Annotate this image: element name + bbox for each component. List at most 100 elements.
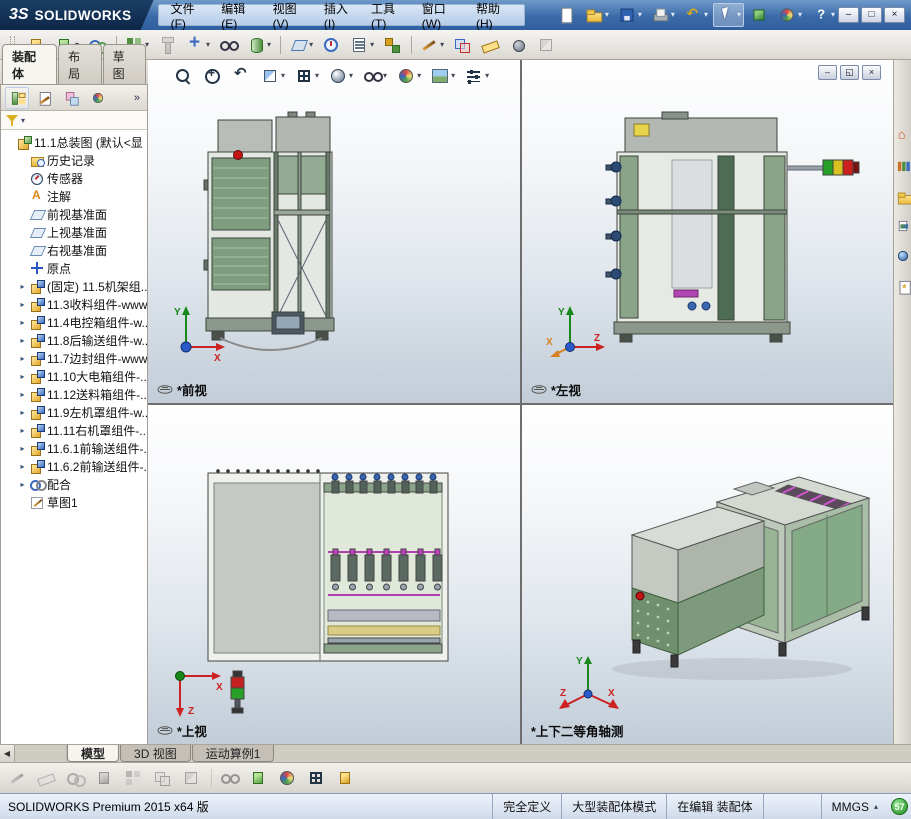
displaymanager-tab[interactable] <box>86 87 110 109</box>
tree-item-history[interactable]: 历史记录 <box>1 151 147 169</box>
section-properties-button[interactable] <box>533 33 559 57</box>
tree-item-root[interactable]: 11.1总装图 (默认<显 <box>1 133 147 151</box>
interference-detection-button[interactable] <box>449 33 475 57</box>
tree-expander[interactable]: ▸ <box>18 480 27 489</box>
new-motion-study-button[interactable] <box>318 33 344 57</box>
tree-item-main-ebox-assembly[interactable]: ▸ 11.10大电箱组件-... <box>1 367 147 385</box>
rebuild-button[interactable] <box>746 3 772 27</box>
display-style-button[interactable] <box>325 64 356 88</box>
smart-dimension-button[interactable] <box>33 766 59 790</box>
tab-scroll-left-button[interactable]: ◀ <box>0 745 15 762</box>
document-minimize-button[interactable]: – <box>818 65 837 80</box>
minimize-button[interactable]: – <box>838 7 859 23</box>
tree-item-top-plane[interactable]: 上视基准面 <box>1 223 147 241</box>
panel-overflow-chevron[interactable]: » <box>131 92 143 104</box>
commandmanager-tab[interactable]: 布局 <box>58 44 102 84</box>
tree-item-annotations[interactable]: 注解 <box>1 187 147 205</box>
file-explorer-tab[interactable] <box>892 186 911 206</box>
view-settings-button[interactable] <box>461 64 492 88</box>
measure-button[interactable] <box>477 33 503 57</box>
tree-item-mates[interactable]: ▸ 配合 <box>1 475 147 493</box>
edit-appearance-bottom-button[interactable] <box>274 766 300 790</box>
menu-item[interactable]: 帮助(H) <box>468 0 520 33</box>
hide-show-items-button[interactable] <box>359 64 390 88</box>
tree-expander[interactable]: ▸ <box>18 408 27 417</box>
previous-view-button[interactable] <box>228 64 254 88</box>
propertymanager-tab[interactable] <box>32 87 56 109</box>
apply-scene-button[interactable] <box>427 64 458 88</box>
tree-item-right-cover-assembly[interactable]: ▸ 11.11右机罩组件-... <box>1 421 147 439</box>
tree-expander[interactable]: ▸ <box>18 426 27 435</box>
menu-item[interactable]: 工具(T) <box>363 0 414 33</box>
tree-expander[interactable]: ▸ <box>18 444 27 453</box>
tree-item-control-box-assembly[interactable]: ▸ 11.4电控箱组件-w... <box>1 313 147 331</box>
tree-item-front-plane[interactable]: 前视基准面 <box>1 205 147 223</box>
appearances-scenes-tab[interactable] <box>892 246 911 266</box>
commandmanager-tab[interactable]: 装配体 <box>2 44 58 84</box>
offset-entities-button[interactable] <box>120 766 146 790</box>
sketch-button[interactable] <box>4 766 30 790</box>
configurationmanager-tab[interactable] <box>59 87 83 109</box>
view-palette-tab[interactable] <box>892 216 911 236</box>
menu-item[interactable]: 视图(V) <box>265 0 316 33</box>
help-button[interactable] <box>807 3 838 27</box>
section-view-button[interactable] <box>257 64 288 88</box>
tree-item-feed-box-assembly[interactable]: ▸ 11.12送料箱组件-... <box>1 385 147 403</box>
viewport-isometric[interactable]: Y X Z *上下二等角轴测 <box>522 405 893 744</box>
commandmanager-tab[interactable]: 草图 <box>102 44 147 84</box>
solidworks-resources-tab[interactable] <box>892 126 911 146</box>
tree-item-edge-seal-assembly[interactable]: ▸ 11.7边封组件-www <box>1 349 147 367</box>
document-restore-button[interactable]: ◱ <box>840 65 859 80</box>
tree-expander[interactable]: ▸ <box>18 354 27 363</box>
zoom-area-button[interactable] <box>199 64 225 88</box>
tree-expander[interactable]: ▸ <box>18 390 27 399</box>
tree-item-rear-conveyor-assembly[interactable]: ▸ 11.8后输送组件-w... <box>1 331 147 349</box>
mirror-entities-button[interactable] <box>178 766 204 790</box>
instant3d-button[interactable] <box>332 766 358 790</box>
save-button[interactable] <box>614 3 645 27</box>
tree-item-frame-assembly[interactable]: ▸ (固定) 11.5机架组... <box>1 277 147 295</box>
view-orientation-bottom-button[interactable] <box>303 766 329 790</box>
tree-expander[interactable]: ▸ <box>18 462 27 471</box>
edit-appearance-button[interactable] <box>393 64 424 88</box>
filter-funnel-icon[interactable] <box>5 113 19 127</box>
tree-expander[interactable]: ▸ <box>18 336 27 345</box>
options-button[interactable] <box>774 3 805 27</box>
trim-entities-button[interactable] <box>149 766 175 790</box>
isolate-button[interactable] <box>245 766 271 790</box>
tree-item-sensors[interactable]: 传感器 <box>1 169 147 187</box>
design-library-tab[interactable] <box>892 156 911 176</box>
tree-item-front-conveyor2-assembly[interactable]: ▸ 11.6.2前输送组件-... <box>1 457 147 475</box>
convert-entities-button[interactable] <box>91 766 117 790</box>
select-button[interactable] <box>712 3 744 27</box>
custom-properties-tab[interactable] <box>892 276 911 296</box>
filter-dropdown-caret[interactable]: ▾ <box>21 116 25 125</box>
viewport-top[interactable]: X Z *上视 <box>148 405 520 744</box>
close-button[interactable]: × <box>884 7 905 23</box>
explode-line-sketch-button[interactable] <box>411 33 447 57</box>
exploded-view-button[interactable] <box>379 33 405 57</box>
assembly-features-button[interactable] <box>243 33 274 57</box>
model-tab[interactable]: 运动算例1 <box>191 745 275 762</box>
tree-item-right-plane[interactable]: 右视基准面 <box>1 241 147 259</box>
tree-expander[interactable]: ▸ <box>18 372 27 381</box>
tree-expander[interactable]: ▸ <box>18 300 27 309</box>
smart-fasteners-button[interactable] <box>154 33 180 57</box>
maximize-button[interactable]: □ <box>861 7 882 23</box>
viewport-splitter-vertical[interactable] <box>520 60 522 744</box>
tree-expander[interactable]: ▸ <box>18 282 27 291</box>
reference-geometry-button[interactable] <box>280 33 316 57</box>
move-component-button[interactable] <box>182 32 213 57</box>
tree-item-origin[interactable]: 原点 <box>1 259 147 277</box>
new-document-button[interactable] <box>553 3 579 27</box>
menu-item[interactable]: 窗口(W) <box>414 0 468 33</box>
tree-item-collect-assembly[interactable]: ▸ 11.3收料组件-www <box>1 295 147 313</box>
display-relations-button[interactable] <box>211 766 242 790</box>
viewport-front[interactable]: Y X *前视 <box>148 60 520 403</box>
featuremanager-tree-tab[interactable] <box>5 86 29 109</box>
tree-item-sketch1[interactable]: 草图1 <box>1 493 147 511</box>
undo-button[interactable] <box>680 3 711 27</box>
print-button[interactable] <box>647 3 678 27</box>
viewport-splitter-horizontal[interactable] <box>148 403 893 405</box>
units-selector[interactable]: MMGS ▴ <box>820 794 888 819</box>
